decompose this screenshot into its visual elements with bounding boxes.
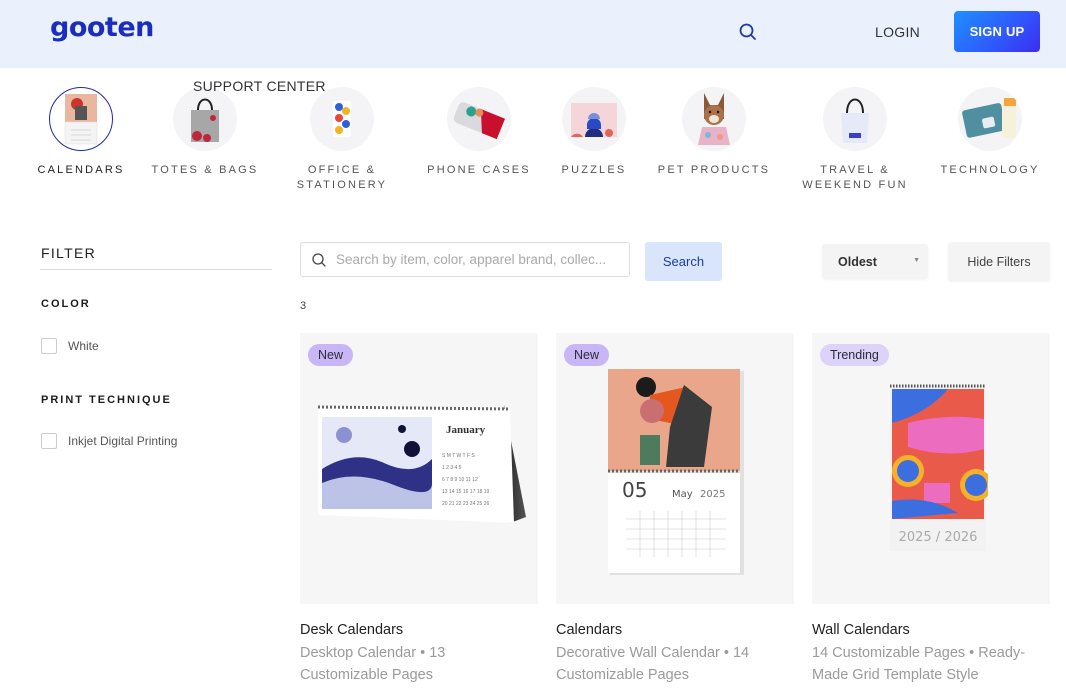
product-image[interactable]: New 05 May 2025 [556,333,794,604]
filter-divider [40,269,272,270]
svg-text:05: 05 [622,478,647,502]
sign-up-button[interactable]: SIGN UP [954,11,1040,52]
search-icon [312,252,326,267]
category-label: TECHNOLOGY [940,164,1040,176]
category-label: TOTES & BAGS [151,164,259,176]
tote-bag-icon [173,87,237,151]
search-icon[interactable] [738,22,758,42]
filter-option-inkjet[interactable]: Inkjet Digital Printing [41,433,177,449]
technology-icon [958,87,1022,151]
svg-text:6 7 8 9 10 11 12: 6 7 8 9 10 11 12 [442,477,478,483]
result-count: 3 [300,300,307,312]
phone-case-icon [447,87,511,151]
calendar-thumbnail-icon [49,87,113,151]
product-description: Decorative Wall Calendar • 14 Customizab… [556,645,750,683]
travel-bag-icon [823,87,887,151]
product-name[interactable]: Calendars [556,622,794,638]
filter-group-print-technique: PRINT TECHNIQUE [41,394,172,406]
login-link[interactable]: LOGIN [875,24,920,40]
hide-filters-button[interactable]: Hide Filters [948,242,1050,281]
puzzle-icon [562,87,626,151]
svg-text:2025 / 2026: 2025 / 2026 [899,530,978,545]
svg-text:S M T W T F S: S M T W T F S [442,453,475,459]
svg-text:20 21 22 23 24 25 26: 20 21 22 23 24 25 26 [442,501,489,507]
category-phone-cases[interactable]: PHONE CASES [414,87,544,178]
pet-dog-icon [682,87,746,151]
product-card-calendars[interactable]: New 05 May 2025 Calendars Decorative Wal… [556,333,794,686]
category-pet-products[interactable]: PET PRODUCTS [649,87,779,178]
stationery-icon [310,87,374,151]
product-name[interactable]: Desk Calendars [300,622,538,638]
category-label: PET PRODUCTS [657,164,771,176]
wall-calendar-image: 05 May 2025 [608,369,744,575]
svg-text:2025: 2025 [700,489,725,500]
new-badge: New [308,344,354,366]
category-puzzles[interactable]: PUZZLES [529,87,659,178]
svg-text:May: May [672,489,693,500]
site-header: gooten LOGIN SIGN UP [0,0,1066,68]
gooten-logo[interactable]: gooten [50,12,154,43]
product-card-wall-calendars[interactable]: Trending 2025 / 2026 Wall Calendars 14 C… [812,333,1050,686]
category-label: PUZZLES [561,164,627,176]
wall-calendar-image: 2025 / 2026 [890,384,988,551]
product-search[interactable] [300,242,630,277]
category-travel-weekend-fun[interactable]: TRAVEL & WEEKEND FUN [790,87,920,193]
inkjet-checkbox[interactable] [41,433,57,449]
sort-dropdown[interactable]: Oldest ▼ [822,244,928,279]
option-label: Inkjet Digital Printing [68,434,178,448]
category-label: CALENDARS [37,164,125,176]
search-input[interactable] [336,252,626,267]
support-center-link[interactable]: SUPPORT CENTER [193,78,326,94]
product-card-desk-calendars[interactable]: New January S M T W T F S 1 2 3 4 5 6 7 … [300,333,538,686]
option-label: White [68,339,99,353]
category-totes-bags[interactable]: TOTES & BAGS [140,87,270,178]
filter-group-color: COLOR [41,298,91,310]
trending-badge: Trending [820,344,889,366]
svg-text:January: January [446,424,486,436]
category-label: TRAVEL & WEEKEND FUN [802,164,908,191]
new-badge: New [564,344,610,366]
sort-selected: Oldest [838,254,877,269]
product-description: Desktop Calendar • 13 Customizable Pages [300,645,446,683]
caret-down-icon: ▼ [913,257,920,264]
product-image[interactable]: Trending 2025 / 2026 [812,333,1050,604]
product-name[interactable]: Wall Calendars [812,622,1050,638]
category-calendars[interactable]: CALENDARS [16,87,146,178]
category-label: OFFICE & STATIONERY [296,164,388,191]
desk-calendar-image: January S M T W T F S 1 2 3 4 5 6 7 8 9 … [317,405,526,523]
white-checkbox[interactable] [41,338,57,354]
svg-text:13 14 15 16 17 18 19: 13 14 15 16 17 18 19 [442,489,489,495]
category-technology[interactable]: TECHNOLOGY [925,87,1055,178]
svg-text:1 2 3 4 5: 1 2 3 4 5 [442,465,462,471]
search-button[interactable]: Search [645,242,722,281]
category-office-stationery[interactable]: OFFICE & STATIONERY [277,87,407,193]
product-image[interactable]: New January S M T W T F S 1 2 3 4 5 6 7 … [300,333,538,604]
filter-title: FILTER [41,245,96,261]
category-label: PHONE CASES [427,164,531,176]
filter-option-white[interactable]: White [41,338,99,354]
product-description: 14 Customizable Pages • Ready- Made Grid… [812,645,1026,683]
